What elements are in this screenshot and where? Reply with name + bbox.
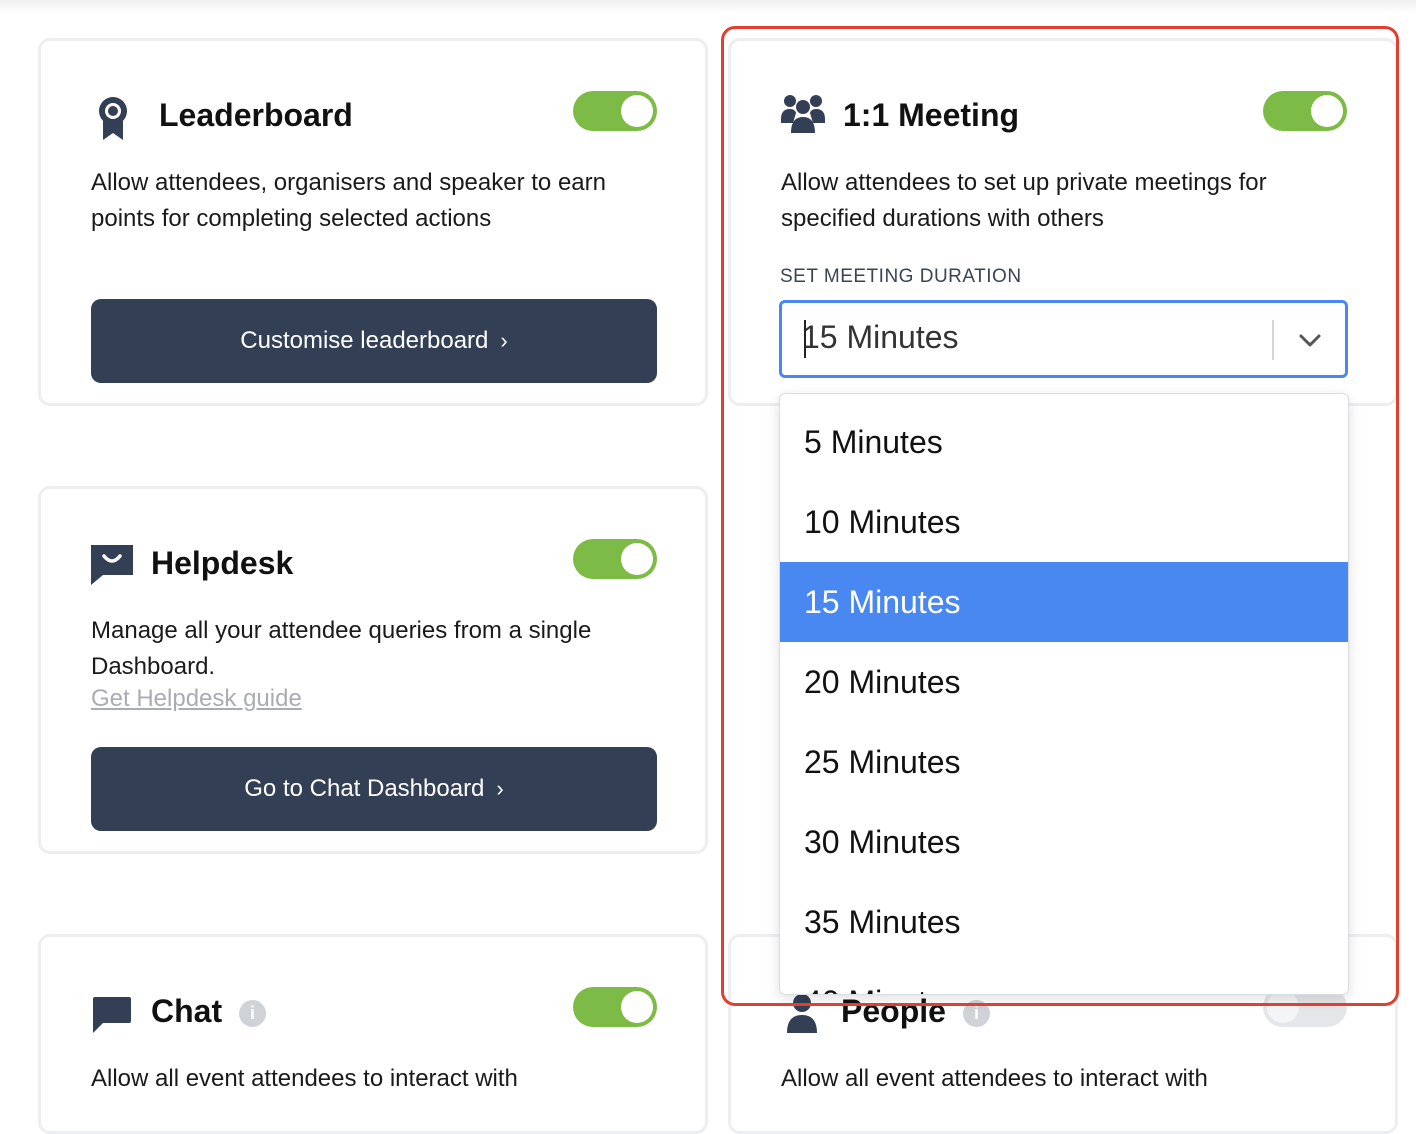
leaderboard-description: Allow attendees, organisers and speaker …	[91, 169, 606, 232]
toggle-knob	[1267, 991, 1299, 1023]
toggle-knob	[1311, 95, 1343, 127]
go-to-chat-dashboard-button[interactable]: Go to Chat Dashboard ›	[91, 747, 657, 831]
meeting-duration-select[interactable]: 15 Minutes	[779, 300, 1348, 378]
chat-dashboard-label: Go to Chat Dashboard	[244, 775, 485, 802]
duration-option-selected[interactable]: 15 Minutes	[780, 562, 1348, 642]
chevron-down-icon[interactable]	[1298, 333, 1322, 349]
meeting-title: 1:1 Meeting	[843, 97, 1020, 133]
person-icon	[787, 994, 817, 1033]
people-description: Allow all event attendees to interact wi…	[781, 1065, 1208, 1092]
select-separator	[1272, 320, 1274, 360]
toggle-knob	[621, 95, 653, 127]
award-ribbon-icon	[99, 97, 127, 140]
chevron-right-icon: ›	[500, 328, 508, 353]
chat-bubble-icon	[93, 997, 131, 1033]
helpdesk-title: Helpdesk	[151, 545, 294, 581]
duration-option[interactable]: 20 Minutes	[780, 642, 1348, 722]
helpdesk-guide-link[interactable]: Get Helpdesk guide	[91, 685, 302, 713]
customise-leaderboard-button[interactable]: Customise leaderboard ›	[91, 299, 657, 383]
top-shadow	[0, 0, 1416, 14]
chat-description: Allow all event attendees to interact wi…	[91, 1065, 518, 1092]
helpdesk-toggle[interactable]	[573, 539, 657, 579]
meeting-description: Allow attendees to set up private meetin…	[781, 169, 1267, 232]
leaderboard-title: Leaderboard	[159, 97, 353, 133]
toggle-knob	[621, 543, 653, 575]
leaderboard-toggle[interactable]	[573, 91, 657, 131]
leaderboard-card: Leaderboard Allow attendees, organisers …	[38, 38, 708, 406]
toggle-knob	[621, 991, 653, 1023]
helpdesk-chat-icon	[91, 545, 133, 585]
chevron-right-icon: ›	[496, 776, 504, 801]
duration-option[interactable]: 10 Minutes	[780, 482, 1348, 562]
helpdesk-description: Manage all your attendee queries from a …	[91, 617, 592, 680]
chat-toggle[interactable]	[573, 987, 657, 1027]
duration-option[interactable]: 35 Minutes	[780, 882, 1348, 962]
duration-option[interactable]: 5 Minutes	[780, 402, 1348, 482]
chat-title: Chat	[151, 993, 223, 1029]
duration-option[interactable]: 25 Minutes	[780, 722, 1348, 802]
info-icon[interactable]: i	[239, 1000, 266, 1027]
helpdesk-card: Helpdesk Manage all your attendee querie…	[38, 486, 708, 854]
duration-option[interactable]: 40 Minutes	[780, 962, 1348, 994]
meeting-toggle[interactable]	[1263, 91, 1347, 131]
people-title: People	[841, 993, 946, 1029]
meeting-duration-value: 15 Minutes	[802, 319, 959, 355]
text-cursor	[804, 320, 806, 358]
meeting-duration-dropdown[interactable]: 5 Minutes 10 Minutes 15 Minutes 20 Minut…	[779, 393, 1349, 995]
customise-leaderboard-label: Customise leaderboard	[240, 327, 489, 354]
group-users-icon	[781, 95, 825, 133]
info-icon[interactable]: i	[963, 1000, 990, 1027]
meeting-duration-label: SET MEETING DURATION	[780, 266, 1022, 287]
duration-option[interactable]: 30 Minutes	[780, 802, 1348, 882]
chat-card: Chat i Allow all event attendees to inte…	[38, 934, 708, 1134]
